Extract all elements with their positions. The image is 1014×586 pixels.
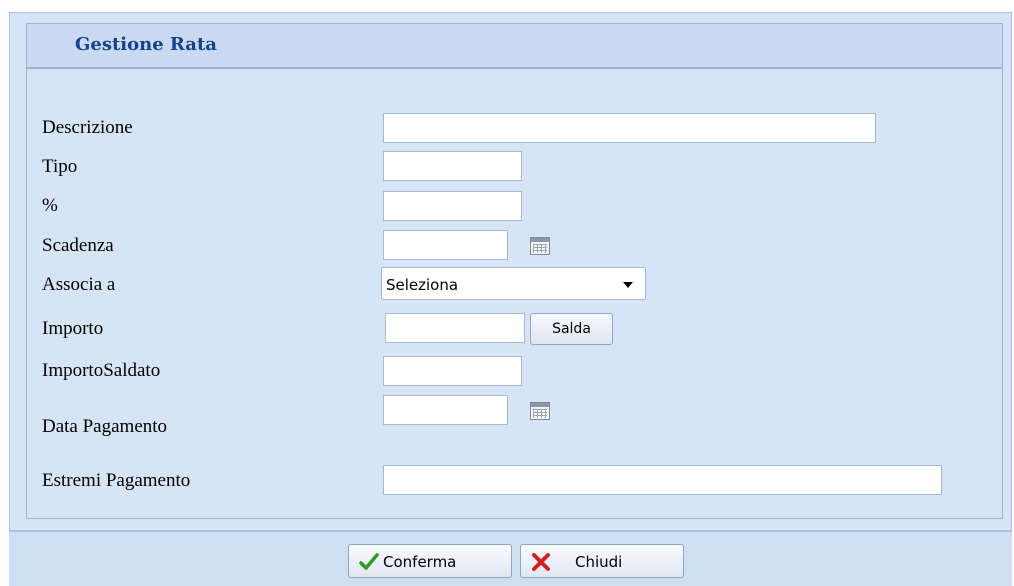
importo-saldato-input[interactable] [383,356,522,386]
calendar-icon[interactable] [530,402,550,420]
chiudi-label: Chiudi [575,553,623,571]
importo-label: Importo [42,318,104,339]
calendar-icon[interactable] [530,237,550,255]
descrizione-input[interactable] [383,113,876,143]
tipo-input[interactable] [383,151,522,181]
associa-label: Associa a [42,274,116,295]
dialog-header: Gestione Rata [26,23,1003,68]
importo-input[interactable] [385,313,525,343]
chevron-down-icon [623,282,633,288]
dialog-title: Gestione Rata [75,34,217,55]
salda-button[interactable]: Salda [530,313,613,345]
conferma-button[interactable]: Conferma [348,544,512,578]
associa-select[interactable]: Seleziona [381,267,646,300]
percent-input[interactable] [383,191,522,221]
checkmark-icon [359,553,379,570]
chiudi-button[interactable]: Chiudi [520,544,684,578]
scadenza-label: Scadenza [42,235,114,256]
close-icon [532,553,550,571]
estremi-pagamento-input[interactable] [383,465,942,495]
estremi-pagamento-label: Estremi Pagamento [42,470,191,491]
conferma-label: Conferma [383,553,457,571]
data-pagamento-input[interactable] [383,395,508,425]
scadenza-input[interactable] [383,230,508,260]
importo-saldato-label: ImportoSaldato [42,360,161,381]
data-pagamento-label: Data Pagamento [42,416,168,437]
tipo-label: Tipo [42,156,78,177]
percent-label: % [42,195,58,216]
associa-selected-value: Seleziona [386,276,459,294]
descrizione-label: Descrizione [42,117,133,138]
